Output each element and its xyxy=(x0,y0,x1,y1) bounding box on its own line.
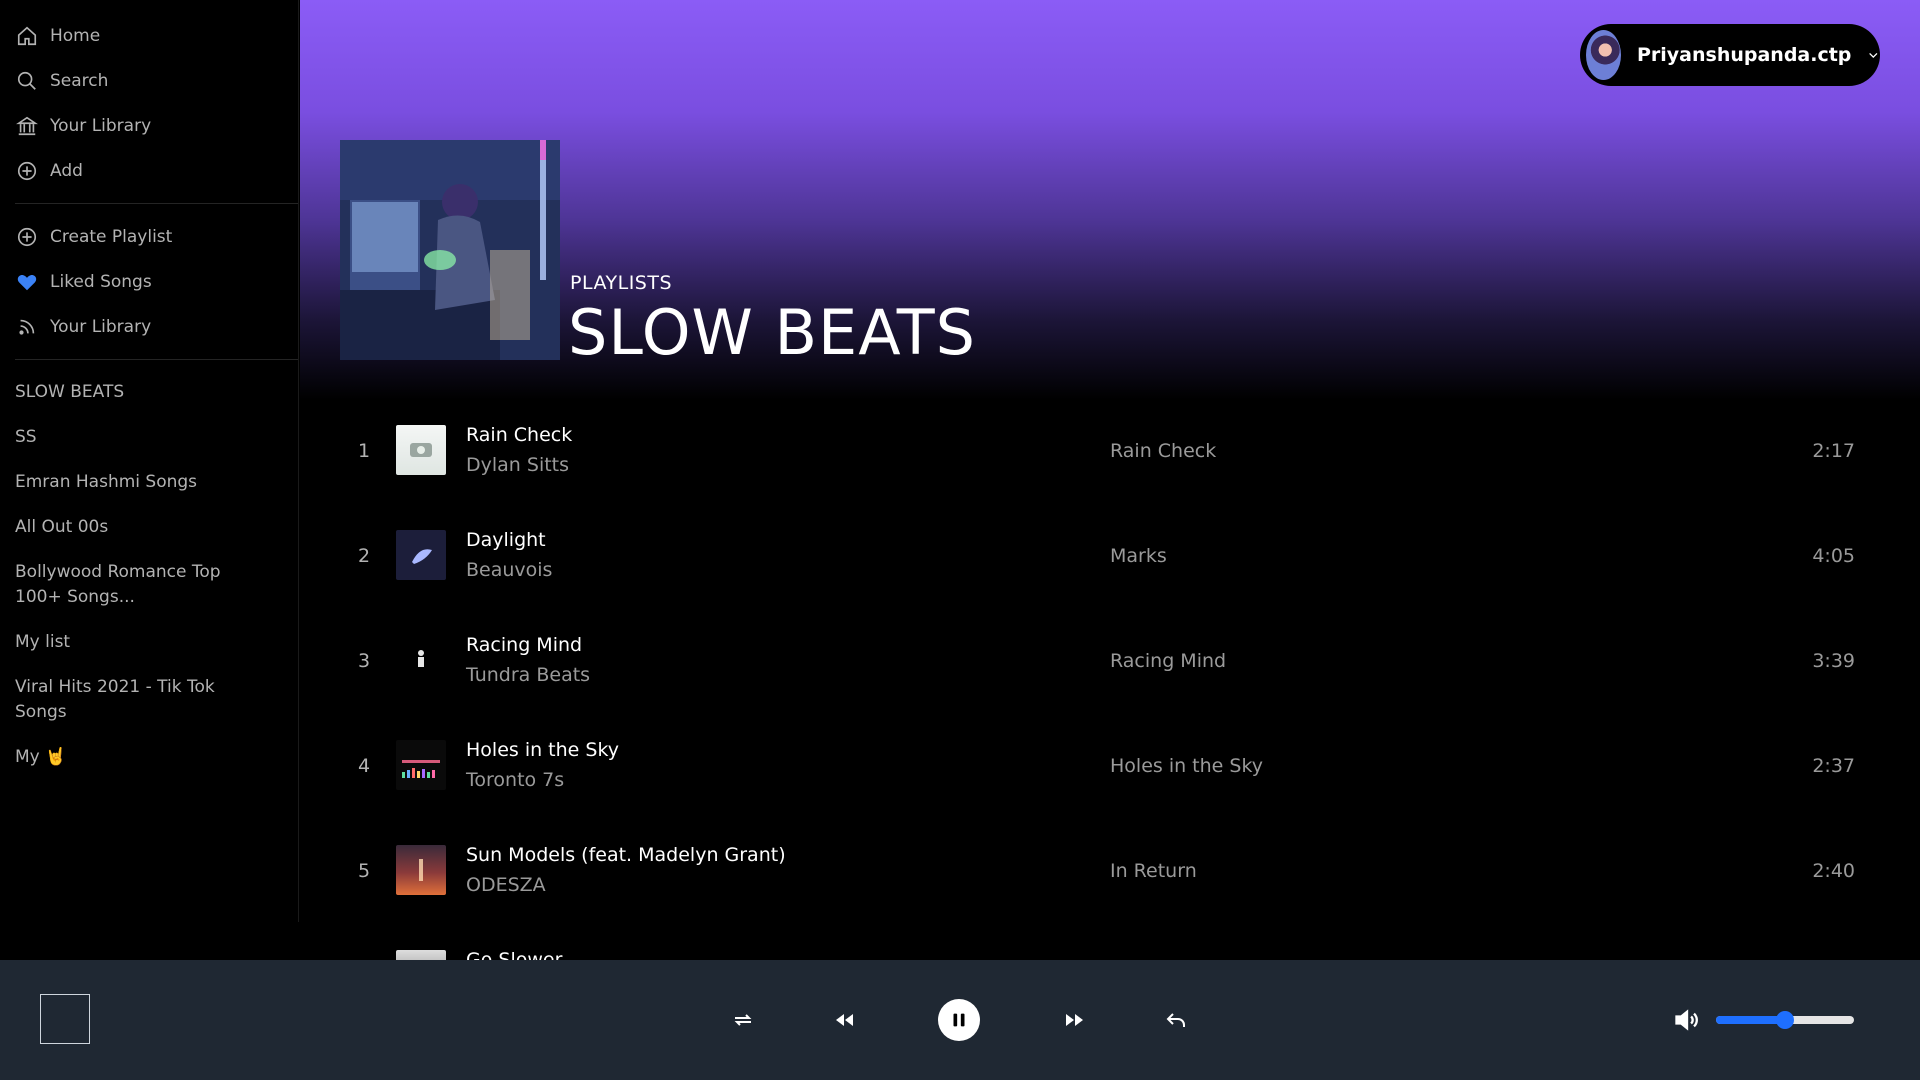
track-artist[interactable]: Dylan Sitts xyxy=(466,454,569,476)
track-duration: 3:39 xyxy=(1812,650,1855,672)
track-title[interactable]: Holes in the Sky xyxy=(466,739,619,761)
sidebar-item-home[interactable]: Home xyxy=(15,13,298,58)
volume-slider[interactable] xyxy=(1716,1011,1854,1029)
sidebar-divider xyxy=(15,359,298,360)
sidebar-item-label: Search xyxy=(50,70,109,91)
user-name: Priyanshupanda.ctp xyxy=(1636,44,1852,66)
track-album[interactable]: Racing Mind xyxy=(1110,650,1226,672)
sidebar-item-library[interactable]: Your Library xyxy=(15,103,298,148)
track-artist[interactable]: Beauvois xyxy=(466,559,552,581)
playlist-item[interactable]: SLOW BEATS xyxy=(15,374,265,419)
chevron-down-icon xyxy=(1869,52,1878,58)
plus-circle-icon xyxy=(15,225,39,249)
track-album[interactable]: Holes in the Sky xyxy=(1110,755,1263,777)
user-menu-button[interactable]: Priyanshupanda.ctp xyxy=(1580,24,1880,86)
volume-slider-fill xyxy=(1716,1016,1785,1024)
track-artist[interactable]: Toronto 7s xyxy=(466,769,564,791)
sidebar-item-label: Your Library xyxy=(50,115,152,136)
track-duration: 4:05 xyxy=(1812,545,1855,567)
fast-forward-icon xyxy=(1066,1014,1083,1026)
home-icon xyxy=(15,24,39,48)
sidebar-item-label: Liked Songs xyxy=(50,271,152,292)
track-row[interactable]: 1 Rain Check Dylan Sitts Rain Check 2:17 xyxy=(300,400,1920,505)
playlist-item[interactable]: Bollywood Romance Top 100+ Songs... xyxy=(15,554,265,624)
sidebar-item-label: Your Library xyxy=(50,316,152,337)
track-artist[interactable]: Tundra Beats xyxy=(466,664,590,686)
track-title[interactable]: Sun Models (feat. Madelyn Grant) xyxy=(466,844,786,866)
track-number: 1 xyxy=(358,440,371,462)
track-title[interactable]: Rain Check xyxy=(466,424,572,446)
hero-label: PLAYLISTS xyxy=(570,272,673,294)
main-content: Priyanshupanda.ctp PLAYLISTS SLOW BEATS … xyxy=(300,0,1920,960)
track-number: 5 xyxy=(358,860,371,882)
playlist-item[interactable]: My list xyxy=(15,624,265,669)
sidebar-item-create-playlist[interactable]: Create Playlist xyxy=(15,214,298,259)
sidebar-item-add[interactable]: Add xyxy=(15,148,298,193)
track-duration: 2:17 xyxy=(1812,440,1855,462)
track-artist[interactable]: ODESZA xyxy=(466,874,546,896)
track-artwork xyxy=(396,530,446,580)
track-title[interactable]: Go Slower xyxy=(466,949,562,960)
track-number: 3 xyxy=(358,650,371,672)
playlist-item[interactable]: All Out 00s xyxy=(15,509,265,554)
sidebar-item-label: Create Playlist xyxy=(50,226,173,247)
track-artwork xyxy=(396,425,446,475)
repeat-button[interactable] xyxy=(723,1000,763,1040)
heart-icon xyxy=(15,270,39,294)
track-duration: 2:37 xyxy=(1812,755,1855,777)
playlist-item[interactable]: SS xyxy=(15,419,265,464)
sidebar-item-your-library[interactable]: Your Library xyxy=(15,304,298,349)
track-row[interactable]: 4 Holes in the Sky Toronto 7s Holes in t… xyxy=(300,715,1920,820)
sidebar-item-label: Add xyxy=(50,160,83,181)
sidebar-nav-secondary: Create Playlist Liked Songs Your Library xyxy=(0,214,298,349)
cover-art xyxy=(340,140,560,360)
library-icon xyxy=(15,114,39,138)
sidebar-item-liked-songs[interactable]: Liked Songs xyxy=(15,259,298,304)
pause-button[interactable] xyxy=(938,999,980,1041)
next-button[interactable] xyxy=(1054,1000,1094,1040)
track-artwork xyxy=(396,950,446,960)
playlist-item[interactable]: My 🤘 xyxy=(15,739,265,784)
undo-icon xyxy=(1166,1013,1185,1027)
track-artwork xyxy=(396,845,446,895)
track-artwork xyxy=(396,740,446,790)
undo-button[interactable] xyxy=(1156,1000,1196,1040)
rss-icon xyxy=(15,315,39,339)
volume-icon[interactable] xyxy=(1673,1006,1701,1034)
volume-slider-thumb[interactable] xyxy=(1776,1011,1794,1029)
now-playing-artwork xyxy=(40,994,90,1044)
add-icon xyxy=(15,159,39,183)
sidebar-playlists: SLOW BEATS SS Emran Hashmi Songs All Out… xyxy=(0,370,298,784)
sidebar: Home Search Your Library Add Create Play… xyxy=(0,0,299,922)
track-row[interactable]: Go Slower xyxy=(300,925,1920,960)
previous-button[interactable] xyxy=(825,1000,865,1040)
track-duration: 2:40 xyxy=(1812,860,1855,882)
sidebar-divider xyxy=(15,203,298,204)
track-album[interactable]: In Return xyxy=(1110,860,1197,882)
sidebar-item-label: Home xyxy=(50,25,101,46)
pause-icon xyxy=(953,1013,965,1027)
sidebar-nav: Home Search Your Library Add xyxy=(0,0,298,193)
sidebar-item-search[interactable]: Search xyxy=(15,58,298,103)
page-title: SLOW BEATS xyxy=(568,296,977,369)
avatar xyxy=(1586,30,1621,80)
rewind-icon xyxy=(836,1014,853,1026)
search-icon xyxy=(15,69,39,93)
track-title[interactable]: Racing Mind xyxy=(466,634,582,656)
track-row[interactable]: 3 Racing Mind Tundra Beats Racing Mind 3… xyxy=(300,610,1920,715)
playlist-cover-image xyxy=(340,140,560,360)
track-album[interactable]: Marks xyxy=(1110,545,1167,567)
playlist-item[interactable]: Viral Hits 2021 - Tik Tok Songs xyxy=(15,669,265,739)
track-artwork xyxy=(396,635,446,685)
track-row[interactable]: 2 Daylight Beauvois Marks 4:05 xyxy=(300,505,1920,610)
track-album[interactable]: Rain Check xyxy=(1110,440,1216,462)
track-list: 1 Rain Check Dylan Sitts Rain Check 2:17… xyxy=(300,400,1920,960)
track-title[interactable]: Daylight xyxy=(466,529,546,551)
track-number: 4 xyxy=(358,755,371,777)
repeat-icon xyxy=(734,1014,752,1026)
track-number: 2 xyxy=(358,545,371,567)
playlist-item[interactable]: Emran Hashmi Songs xyxy=(15,464,265,509)
track-row[interactable]: 5 Sun Models (feat. Madelyn Grant) ODESZ… xyxy=(300,820,1920,925)
